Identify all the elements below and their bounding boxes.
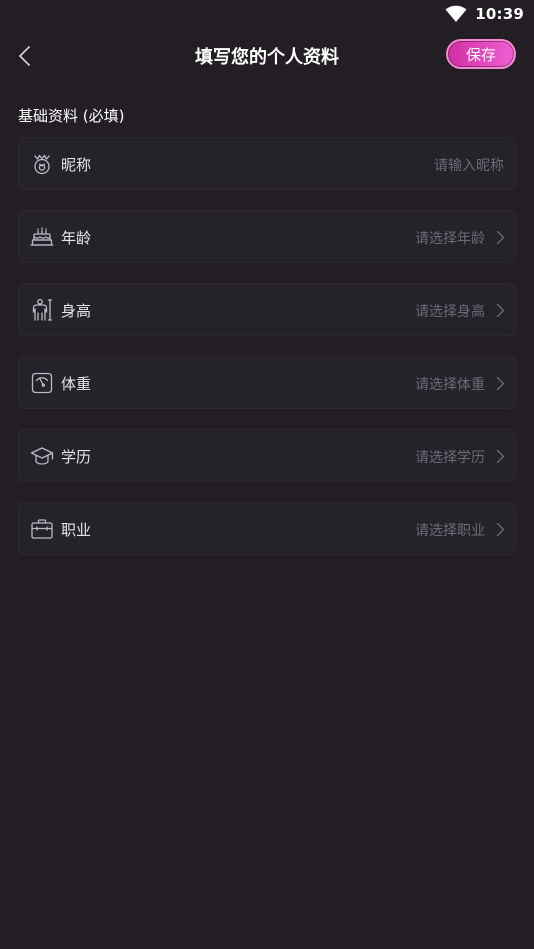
cake-icon [30, 225, 54, 249]
nickname-label: 昵称 [61, 156, 92, 174]
nickname-input[interactable]: 请输入昵称 [434, 155, 504, 175]
graduation-cap-icon [30, 444, 54, 468]
age-select[interactable]: 请选择年龄 [415, 228, 485, 248]
education-label: 学历 [61, 448, 92, 466]
header: 填写您的个人资料 保存 [0, 28, 534, 84]
weight-select[interactable]: 请选择体重 [415, 374, 485, 394]
nickname-icon [30, 152, 54, 176]
height-icon [30, 298, 54, 322]
age-label: 年龄 [61, 229, 92, 247]
wifi-icon [445, 5, 467, 22]
scale-icon [30, 371, 54, 395]
education-field[interactable]: 学历 请选择学历 [18, 429, 516, 482]
status-icons: 10:39 [445, 4, 524, 24]
chevron-right-icon [496, 449, 505, 464]
status-bar: 10:39 [0, 0, 534, 28]
height-select[interactable]: 请选择身高 [415, 301, 485, 321]
save-button[interactable]: 保存 [446, 39, 516, 69]
education-select[interactable]: 请选择学历 [415, 447, 485, 467]
age-field[interactable]: 年龄 请选择年龄 [18, 210, 516, 263]
height-field[interactable]: 身高 请选择身高 [18, 283, 516, 336]
height-label: 身高 [61, 302, 92, 320]
status-time: 10:39 [475, 5, 524, 23]
chevron-right-icon [496, 522, 505, 537]
weight-field[interactable]: 体重 请选择体重 [18, 356, 516, 409]
nickname-field[interactable]: 昵称 请输入昵称 [18, 137, 516, 190]
chevron-right-icon [496, 376, 505, 391]
occupation-label: 职业 [61, 521, 92, 539]
weight-label: 体重 [61, 375, 92, 393]
chevron-right-icon [496, 230, 505, 245]
briefcase-icon [30, 517, 54, 541]
section-title: 基础资料 (必填) [18, 107, 125, 125]
occupation-select[interactable]: 请选择职业 [415, 520, 485, 540]
occupation-field[interactable]: 职业 请选择职业 [18, 502, 516, 555]
chevron-right-icon [496, 303, 505, 318]
